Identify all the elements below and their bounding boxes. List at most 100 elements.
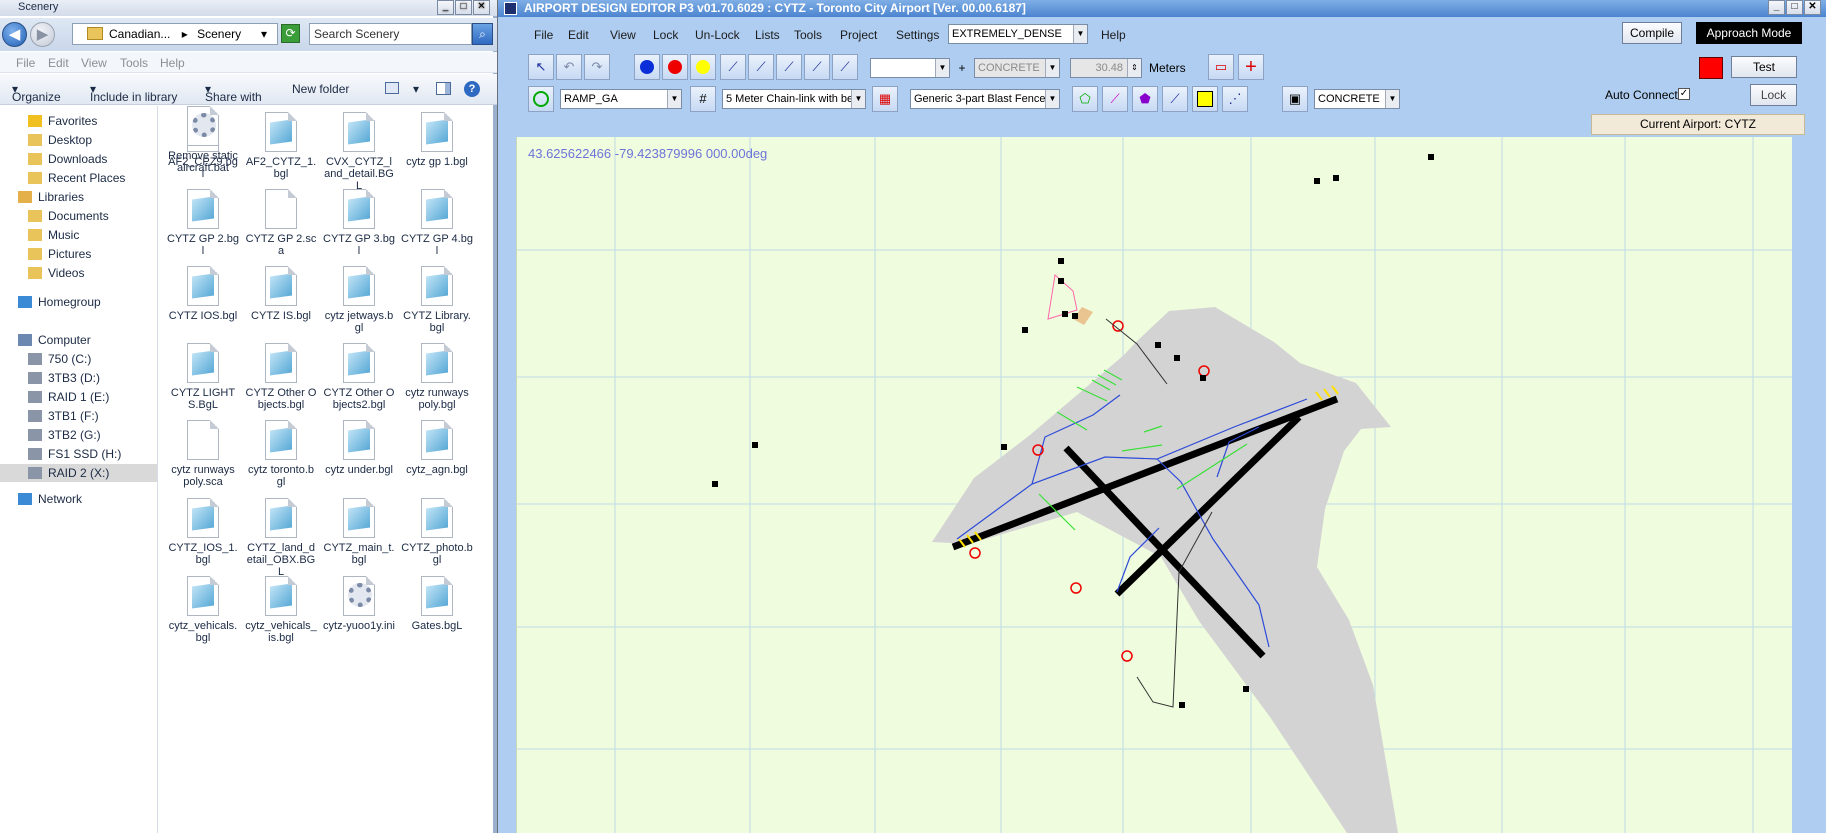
taxi-path-icon[interactable]: ⟋ (720, 54, 746, 80)
polygon-icon[interactable]: ⬠ (1072, 86, 1098, 112)
yellow-square-icon[interactable] (1192, 86, 1218, 112)
include-library-button[interactable]: Include in library ▾ (90, 82, 177, 104)
map-canvas[interactable] (516, 137, 1792, 833)
maximize-button[interactable]: □ (1786, 0, 1803, 15)
menu-view[interactable]: View (610, 28, 636, 42)
minimize-button[interactable]: _ (1768, 0, 1785, 15)
help-icon[interactable]: ? (464, 81, 480, 97)
menu-lock[interactable]: Lock (653, 28, 678, 42)
file-item[interactable]: CYTZ Library.bgl (399, 266, 475, 334)
nav-libraries[interactable]: Libraries (18, 188, 84, 206)
parking-type-select[interactable]: RAMP_GA ▼ (560, 89, 682, 109)
nav-desktop[interactable]: Desktop (28, 131, 92, 149)
runway-path-icon[interactable]: ⟋ (776, 54, 802, 80)
apron-icon[interactable]: ▣ (1282, 86, 1308, 112)
close-button[interactable]: ✕ (1804, 0, 1821, 15)
file-item[interactable]: CYTZ GP 2.bgl (165, 189, 241, 257)
approach-mode-button[interactable]: Approach Mode (1696, 22, 1802, 44)
menu-tools[interactable]: Tools (794, 28, 822, 42)
file-item[interactable]: CYTZ_photo.bgl (399, 498, 475, 566)
menu-file[interactable]: File (16, 56, 35, 70)
file-item[interactable]: cytz runways poly.sca (165, 420, 241, 488)
clock-icon[interactable] (528, 86, 554, 112)
nav-favorites[interactable]: Favorites (28, 112, 97, 130)
file-item[interactable]: cytz_vehicals.bgl (165, 576, 241, 644)
nav-videos[interactable]: Videos (28, 264, 84, 282)
file-item[interactable]: CYTZ GP 4.bgl (399, 189, 475, 257)
nav-recent-places[interactable]: Recent Places (28, 169, 125, 187)
refresh-icon[interactable]: ⟳ (281, 24, 300, 43)
nav-drive-0[interactable]: 750 (C:) (28, 350, 91, 368)
menu-help[interactable]: Help (1101, 28, 1126, 42)
nav-drive-4[interactable]: 3TB2 (G:) (28, 426, 101, 444)
plus-button[interactable]: + (954, 60, 970, 76)
red-node-icon[interactable] (662, 54, 688, 80)
density-select[interactable]: EXTREMELY_DENSE ▼ (948, 24, 1088, 44)
nav-network[interactable]: Network (18, 490, 82, 508)
compile-button[interactable]: Compile (1622, 22, 1682, 44)
file-item[interactable]: CYTZ IOS.bgl (165, 266, 241, 322)
file-item[interactable]: CYTZ_land_detail_OBX.BGL (243, 498, 319, 578)
nav-downloads[interactable]: Downloads (28, 150, 107, 168)
lock-button[interactable]: Lock (1750, 84, 1797, 106)
breadcrumb[interactable]: Canadian... ▸ Scenery ▾ (72, 23, 278, 45)
chevron-down-icon[interactable]: ▾ (261, 24, 267, 44)
nav-music[interactable]: Music (28, 226, 79, 244)
blue-node-icon[interactable] (634, 54, 660, 80)
vehicle-path-icon[interactable]: ⟋ (832, 54, 858, 80)
chevron-down-icon[interactable]: ▾ (413, 82, 419, 96)
undo-icon[interactable]: ↶ (556, 54, 582, 80)
minimize-button[interactable]: _ (437, 0, 454, 15)
file-item[interactable]: CYTZ Other Objects.bgl (243, 343, 319, 411)
color-swatch-button[interactable] (1699, 57, 1723, 79)
file-item[interactable]: Gates.bgL (399, 576, 475, 632)
nav-drive-6[interactable]: RAID 2 (X:) (0, 464, 157, 482)
glide-slope-icon[interactable]: ⟋ (1162, 86, 1188, 112)
airport-map[interactable] (517, 137, 1792, 833)
dashed-line-icon[interactable]: ⋰ (1222, 86, 1248, 112)
ruler-icon[interactable]: ▭ (1208, 54, 1234, 80)
path-name-select[interactable]: ▼ (870, 58, 950, 78)
search-input[interactable]: Search Scenery (309, 23, 472, 45)
redo-icon[interactable]: ↷ (584, 54, 610, 80)
line-draw-icon[interactable]: ⟋ (1102, 86, 1128, 112)
file-item[interactable]: Remove static aircraft.bat (165, 106, 241, 174)
file-item[interactable]: cytz_vehicals_is.bgl (243, 576, 319, 644)
menu-edit[interactable]: Edit (48, 56, 69, 70)
nav-drive-5[interactable]: FS1 SSD (H:) (28, 445, 121, 463)
auto-connect-checkbox[interactable]: ✓ (1678, 88, 1690, 100)
menu-settings[interactable]: Settings (896, 28, 939, 42)
file-item[interactable]: CYTZ LIGHTS.BgL (165, 343, 241, 411)
apron-path-icon[interactable]: ⟋ (748, 54, 774, 80)
helipad-icon[interactable]: ⬟ (1132, 86, 1158, 112)
file-item[interactable]: cytz-yuoo1y.ini (321, 576, 397, 632)
menu-tools[interactable]: Tools (120, 56, 148, 70)
fence-type-select[interactable]: 5 Meter Chain-link with be ▼ (722, 89, 866, 109)
yellow-node-icon[interactable] (690, 54, 716, 80)
menu-unlock[interactable]: Un-Lock (695, 28, 740, 42)
menu-file[interactable]: File (534, 28, 553, 42)
menu-edit[interactable]: Edit (568, 28, 589, 42)
menu-help[interactable]: Help (160, 56, 185, 70)
file-item[interactable]: cytz under.bgl (321, 420, 397, 476)
file-item[interactable]: cytz toronto.bgl (243, 420, 319, 488)
nav-drive-2[interactable]: RAID 1 (E:) (28, 388, 109, 406)
crosshair-icon[interactable]: + (1238, 54, 1264, 80)
new-folder-button[interactable]: New folder (292, 82, 349, 96)
blast-fence-select[interactable]: Generic 3-part Blast Fence ▼ (910, 89, 1060, 109)
file-item[interactable]: AF2_CYTZ_1.bgl (243, 112, 319, 180)
surface-select[interactable]: CONCRETE ▼ (1314, 89, 1400, 109)
file-item[interactable]: CYTZ GP 2.sca (243, 189, 319, 257)
share-with-button[interactable]: Share with ▾ (205, 82, 262, 104)
file-item[interactable]: cytz runways poly.bgl (399, 343, 475, 411)
file-item[interactable]: CYTZ IS.bgl (243, 266, 319, 322)
back-button[interactable]: ◀ (2, 22, 27, 47)
file-item[interactable]: CYTZ_IOS_1.bgl (165, 498, 241, 566)
blast-fence-icon[interactable]: ▦ (872, 86, 898, 112)
nav-homegroup[interactable]: Homegroup (18, 293, 101, 311)
menu-lists[interactable]: Lists (755, 28, 780, 42)
preview-pane-icon[interactable] (436, 82, 451, 95)
file-item[interactable]: cytz gp 1.bgl (399, 112, 475, 168)
forward-button[interactable]: ▶ (30, 22, 55, 47)
menu-project[interactable]: Project (840, 28, 877, 42)
